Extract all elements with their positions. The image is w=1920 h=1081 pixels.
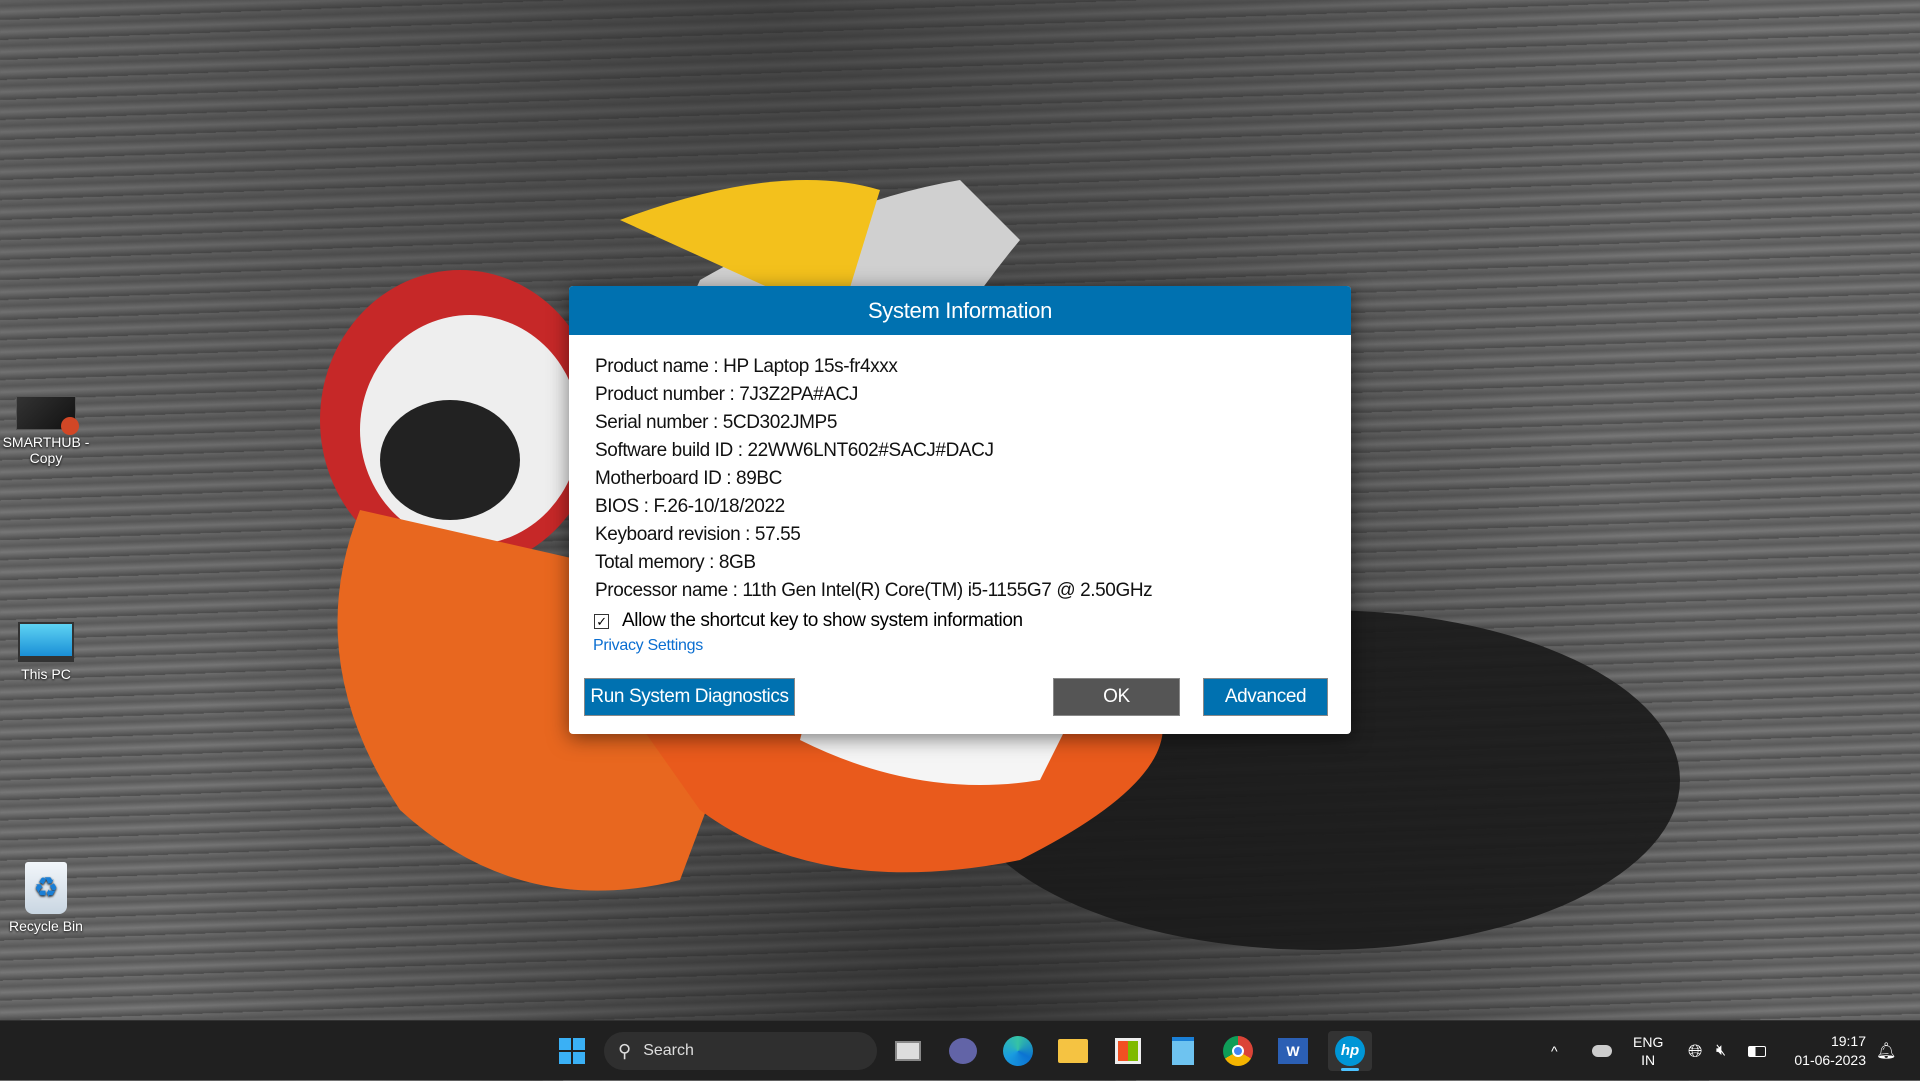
network-globe-icon[interactable]: 🌐︎ xyxy=(1688,1021,1702,1081)
info-product-number: Product number : 7J3Z2PA#ACJ xyxy=(595,384,859,405)
run-system-diagnostics-button[interactable]: Run System Diagnostics xyxy=(584,678,795,716)
word-icon[interactable]: W xyxy=(1273,1031,1313,1071)
desktop-icon-smarthub[interactable]: SMARTHUB - Copy xyxy=(0,396,92,466)
monitor-icon xyxy=(18,622,74,662)
region: IN xyxy=(1641,1052,1656,1068)
edge-icon[interactable] xyxy=(998,1031,1038,1071)
info-serial-number: Serial number : 5CD302JMP5 xyxy=(595,412,837,433)
shortcut-key-checkbox-row[interactable]: ✓ Allow the shortcut key to show system … xyxy=(594,607,1351,635)
onedrive-sync-icon[interactable] xyxy=(1592,1021,1612,1081)
file-explorer-icon[interactable] xyxy=(1053,1031,1093,1071)
show-hidden-icons-chevron[interactable]: ^ xyxy=(1551,1021,1558,1081)
desktop-icon-label: Recycle Bin xyxy=(9,918,83,934)
checkbox-label: Allow the shortcut key to show system in… xyxy=(622,610,1023,631)
language-indicator[interactable]: ENG IN xyxy=(1633,1021,1663,1081)
desktop-icon-label: This PC xyxy=(21,666,71,682)
search-placeholder: Search xyxy=(643,1042,694,1059)
speaker-muted-icon[interactable]: 🔇︎ xyxy=(1716,1021,1726,1081)
system-information-dialog: System Information Product name : HP Lap… xyxy=(569,286,1351,734)
info-keyboard-revision: Keyboard revision : 57.55 xyxy=(595,524,801,545)
taskbar-search-box[interactable]: ⚲ Search xyxy=(604,1032,877,1070)
info-processor-name: Processor name : 11th Gen Intel(R) Core(… xyxy=(595,580,1153,601)
teams-chat-icon[interactable] xyxy=(943,1031,983,1071)
microsoft-store-icon[interactable] xyxy=(1108,1031,1148,1071)
info-product-name: Product name : HP Laptop 15s-fr4xxx xyxy=(595,356,898,377)
advanced-button[interactable]: Advanced xyxy=(1203,678,1328,716)
time: 19:17 xyxy=(1830,1033,1866,1049)
date: 01-06-2023 xyxy=(1794,1052,1866,1068)
info-total-memory: Total memory : 8GB xyxy=(595,552,756,573)
start-icon[interactable] xyxy=(552,1031,592,1071)
clock[interactable]: 19:17 01-06-2023 xyxy=(1786,1021,1866,1081)
desktop-icon-label: SMARTHUB - Copy xyxy=(2,434,90,466)
desktop-icon-recycle-bin[interactable]: ♻ Recycle Bin xyxy=(0,862,92,934)
hp-icon[interactable]: hp xyxy=(1328,1031,1372,1071)
language: ENG xyxy=(1633,1034,1664,1050)
powerpoint-file-icon xyxy=(16,396,79,435)
desktop-icon-this-pc[interactable]: This PC xyxy=(0,622,92,682)
privacy-settings-link[interactable]: Privacy Settings xyxy=(593,637,703,655)
search-icon: ⚲ xyxy=(618,1040,632,1061)
notepad-icon[interactable] xyxy=(1163,1031,1203,1071)
battery-icon[interactable] xyxy=(1748,1021,1766,1081)
recycle-bin-icon: ♻ xyxy=(25,862,67,914)
shortcut-key-checkbox[interactable]: ✓ xyxy=(594,613,609,629)
info-bios: BIOS : F.26-10/18/2022 xyxy=(595,496,785,517)
taskbar: ⚲ Search W hp ^ ENG IN 🌐︎ 🔇︎ 19:17 01-06… xyxy=(0,1020,1920,1080)
info-motherboard-id: Motherboard ID : 89BC xyxy=(595,468,782,489)
info-software-build-id: Software build ID : 22WW6LNT602#SACJ#DAC… xyxy=(595,440,994,461)
ok-button[interactable]: OK xyxy=(1053,678,1180,716)
chrome-icon[interactable] xyxy=(1218,1031,1258,1071)
task-view-icon[interactable] xyxy=(888,1031,928,1071)
dialog-title: System Information xyxy=(569,286,1351,335)
notification-bell-icon[interactable]: 🔔︎ xyxy=(1876,1021,1896,1081)
